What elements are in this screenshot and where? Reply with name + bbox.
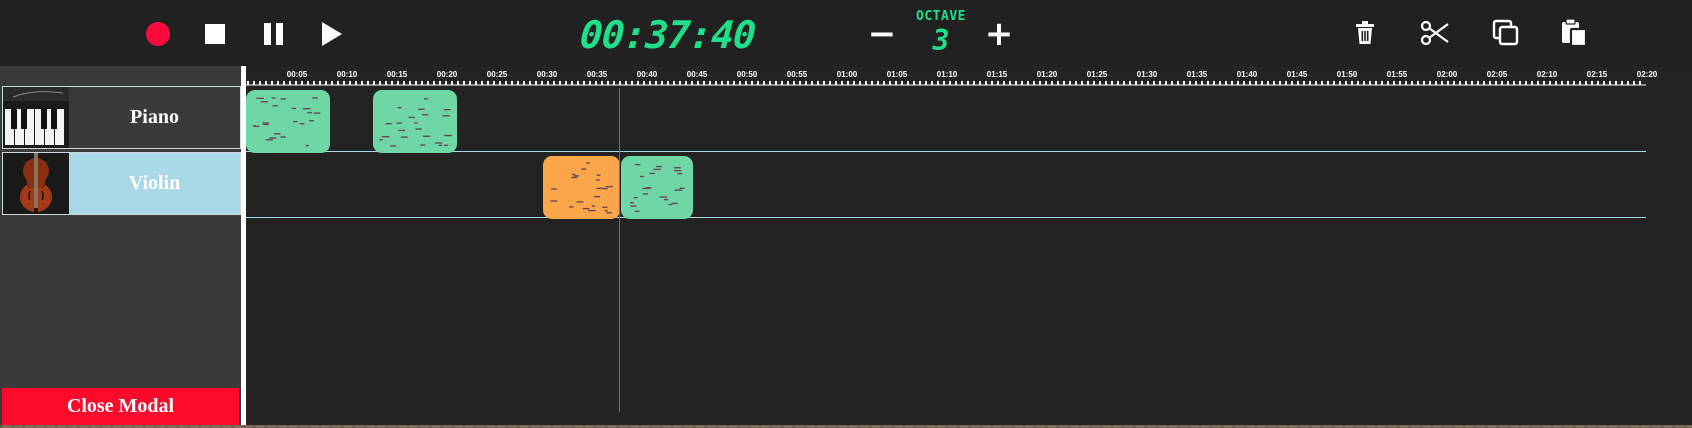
record-icon (146, 22, 170, 46)
ruler-label: 00:20 (436, 70, 458, 79)
track-name-violin: Violin (128, 172, 181, 194)
track-name-piano: Piano (130, 106, 179, 128)
clip-piano-2[interactable] (373, 90, 457, 153)
ruler-label: 01:45 (1286, 70, 1308, 79)
octave-up-button[interactable]: + (983, 14, 1015, 54)
pause-button[interactable] (255, 16, 291, 52)
ruler-label: 00:40 (636, 70, 658, 79)
track-item-piano[interactable]: Piano (2, 86, 241, 149)
ruler-label: 02:05 (1486, 70, 1508, 79)
copy-button[interactable] (1489, 16, 1523, 50)
stop-icon (205, 24, 225, 44)
octave-down-button[interactable]: − (866, 14, 898, 54)
ruler-label: 00:45 (686, 70, 708, 79)
ruler-label: 02:00 (1436, 70, 1458, 79)
ruler-label: 01:30 (1136, 70, 1158, 79)
clip-piano-1[interactable] (246, 90, 330, 153)
scissors-icon (1420, 20, 1449, 46)
trash-icon (1356, 21, 1374, 44)
ruler-label: 02:20 (1636, 70, 1658, 79)
ruler-label: 00:25 (486, 70, 508, 79)
daw-app: 00:37:40 − OCTAVE 3 + Piano Violin Close… (0, 0, 1692, 425)
pause-icon (263, 23, 283, 45)
ruler-label: 01:40 (1236, 70, 1258, 79)
ruler-label: 00:50 (736, 70, 758, 79)
ruler-label: 00:10 (336, 70, 358, 79)
play-icon (322, 22, 342, 46)
ruler-label: 01:25 (1086, 70, 1108, 79)
clip-notes (630, 163, 685, 213)
ruler-label: 02:15 (1586, 70, 1608, 79)
paste-icon (1562, 19, 1588, 47)
ruler-label: 01:55 (1386, 70, 1408, 79)
timeline-scroll-area[interactable] (246, 412, 1692, 425)
ruler-label: 02:10 (1536, 70, 1558, 79)
close-modal-button[interactable]: Close Modal (2, 388, 239, 425)
stop-button[interactable] (197, 16, 233, 52)
ruler-label: 00:30 (536, 70, 558, 79)
ruler-label: 01:35 (1186, 70, 1208, 79)
ruler-label: 01:15 (986, 70, 1008, 79)
track-item-violin[interactable]: Violin (2, 152, 241, 215)
play-button[interactable] (314, 16, 350, 52)
playhead[interactable] (619, 88, 620, 412)
ruler-label: 00:05 (286, 70, 308, 79)
ruler-label: 01:00 (836, 70, 858, 79)
ruler-label: 01:10 (936, 70, 958, 79)
ruler-label: 00:35 (586, 70, 608, 79)
clip-violin-1[interactable] (543, 156, 620, 219)
clip-violin-2[interactable] (621, 156, 693, 219)
toolbar: 00:37:40 − OCTAVE 3 + (0, 0, 1692, 66)
octave-value: 3 (932, 24, 950, 57)
record-button[interactable] (140, 16, 176, 52)
timeline: 00:05 00:10 00:15 00:20 00:25 00:30 00:35 00:40… (246, 66, 1692, 425)
ruler-label: 00:15 (386, 70, 408, 79)
lane-violin[interactable] (246, 154, 1646, 219)
violin-thumbnail (3, 153, 69, 214)
paste-button[interactable] (1557, 16, 1591, 50)
lane-piano[interactable] (246, 88, 1646, 153)
ruler-label: 01:50 (1336, 70, 1358, 79)
ruler-label: 00:55 (786, 70, 808, 79)
octave-label: OCTAVE (916, 9, 966, 24)
copy-icon (1492, 19, 1519, 46)
clip-notes (252, 97, 321, 147)
ruler-label: 01:05 (886, 70, 908, 79)
cut-button[interactable] (1418, 16, 1452, 50)
time-display: 00:37:40 (578, 13, 757, 57)
piano-thumbnail (3, 87, 69, 148)
ruler-label: 01:20 (1036, 70, 1058, 79)
time-ruler[interactable]: 00:05 00:10 00:15 00:20 00:25 00:30 00:35 00:40… (246, 66, 1657, 88)
clip-notes (550, 162, 613, 214)
clip-notes (379, 98, 452, 147)
delete-button[interactable] (1348, 16, 1382, 50)
